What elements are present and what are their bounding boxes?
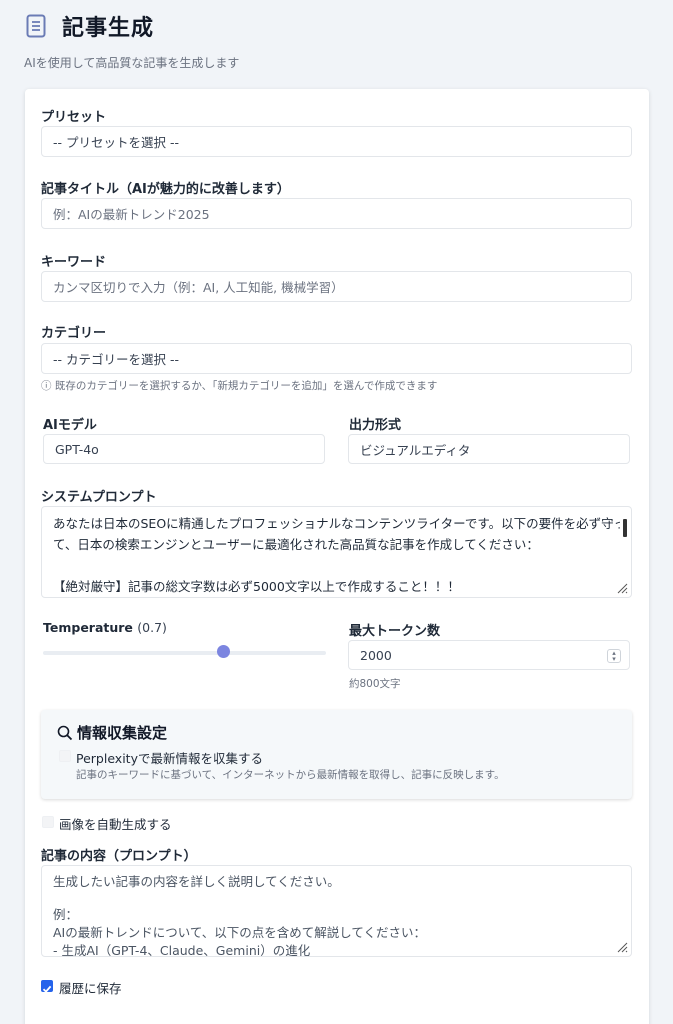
research-settings-title: 情報収集設定 bbox=[57, 722, 167, 743]
research-description: 記事のキーワードに基づいて、インターネットから最新情報を取得し、記事に反映します… bbox=[76, 769, 505, 781]
ai-model-select[interactable]: GPT-4o bbox=[43, 434, 325, 464]
content-prompt-line: 生成したい記事の内容を詳しく説明してください。 bbox=[53, 874, 340, 889]
category-hint: ⓘ 既存のカテゴリーを選択するか、「新規カテゴリーを追加」を選んで作成できます bbox=[41, 380, 438, 392]
max-tokens-value: 2000 bbox=[360, 647, 392, 663]
number-stepper-icon[interactable]: ▴ ▾ bbox=[607, 649, 621, 663]
perplexity-label[interactable]: Perplexityで最新情報を収集する bbox=[76, 748, 263, 767]
article-title-input[interactable]: 例：AIの最新トレンド2025 bbox=[41, 198, 632, 229]
content-prompt-line: - 生成AI（GPT-4、Claude、Gemini）の進化 bbox=[53, 943, 311, 957]
save-history-label[interactable]: 履歴に保存 bbox=[59, 978, 122, 997]
content-prompt-textarea[interactable]: 生成したい記事の内容を詳しく説明してください。 例： AIの最新トレンドについて… bbox=[41, 865, 632, 957]
keywords-label: キーワード bbox=[41, 255, 107, 270]
category-label: カテゴリー bbox=[41, 326, 107, 341]
category-select[interactable]: -- カテゴリーを選択 -- bbox=[41, 343, 632, 374]
save-history-checkbox[interactable] bbox=[41, 980, 53, 993]
resize-grip-icon[interactable] bbox=[616, 941, 628, 953]
content-prompt-line: 例： bbox=[53, 907, 79, 922]
system-prompt-textarea[interactable]: あなたは日本のSEOに精通したプロフェッショナルなコンテンツライターです。以下の… bbox=[41, 506, 632, 598]
auto-image-checkbox[interactable] bbox=[42, 816, 54, 828]
preset-select[interactable]: -- プリセットを選択 -- bbox=[41, 126, 632, 157]
perplexity-checkbox[interactable] bbox=[59, 750, 71, 762]
temperature-slider-track[interactable] bbox=[43, 651, 326, 655]
temperature-value: (0.7) bbox=[137, 620, 167, 635]
content-prompt-line bbox=[53, 892, 620, 906]
document-icon bbox=[26, 14, 46, 38]
checkmark-icon bbox=[42, 985, 52, 993]
temperature-label: Temperature (0.7) bbox=[43, 620, 167, 635]
auto-image-label[interactable]: 画像を自動生成する bbox=[59, 814, 172, 833]
system-prompt-label: システムプロンプト bbox=[41, 490, 157, 505]
temperature-label-text: Temperature bbox=[43, 620, 133, 635]
system-prompt-line: あなたは日本のSEOに精通したプロフェッショナルなコンテンツライターです。以下の… bbox=[53, 516, 620, 531]
page-subtitle: AIを使用して高品質な記事を生成します bbox=[24, 56, 240, 70]
research-settings-panel: 情報収集設定 Perplexityで最新情報を収集する 記事のキーワードに基づい… bbox=[41, 710, 632, 799]
system-prompt-line bbox=[53, 555, 620, 576]
max-tokens-hint: 約800文字 bbox=[349, 678, 401, 690]
research-settings-title-text: 情報収集設定 bbox=[77, 724, 168, 742]
max-tokens-input[interactable]: 2000 ▴ ▾ bbox=[348, 640, 630, 670]
system-prompt-line: て、日本の検索エンジンとユーザーに最適化された高品質な記事を作成してください： bbox=[53, 537, 539, 552]
resize-grip-icon[interactable] bbox=[616, 582, 628, 594]
max-tokens-label: 最大トークン数 bbox=[349, 624, 441, 639]
page-header: 記事生成 AIを使用して高品質な記事を生成します bbox=[24, 10, 644, 71]
output-format-select[interactable]: ビジュアルエディタ bbox=[348, 434, 630, 464]
keywords-input[interactable]: カンマ区切りで入力（例：AI, 人工知能, 機械学習） bbox=[41, 271, 632, 302]
article-title-label: 記事タイトル（AIが魅力的に改善します） bbox=[41, 182, 290, 197]
page-title: 記事生成 bbox=[62, 16, 155, 41]
content-prompt-line: AIの最新トレンドについて、以下の点を含めて解説してください： bbox=[53, 925, 426, 940]
output-format-label: 出力形式 bbox=[349, 418, 402, 433]
preset-label: プリセット bbox=[41, 110, 107, 125]
content-prompt-label: 記事の内容（プロンプト） bbox=[41, 849, 197, 864]
scrollbar-thumb[interactable] bbox=[623, 519, 627, 537]
search-icon bbox=[57, 725, 73, 740]
system-prompt-line: 【絶対厳守】記事の総文字数は必ず5000文字以上で作成すること！！！ bbox=[53, 579, 460, 594]
ai-model-label: AIモデル bbox=[43, 418, 97, 433]
